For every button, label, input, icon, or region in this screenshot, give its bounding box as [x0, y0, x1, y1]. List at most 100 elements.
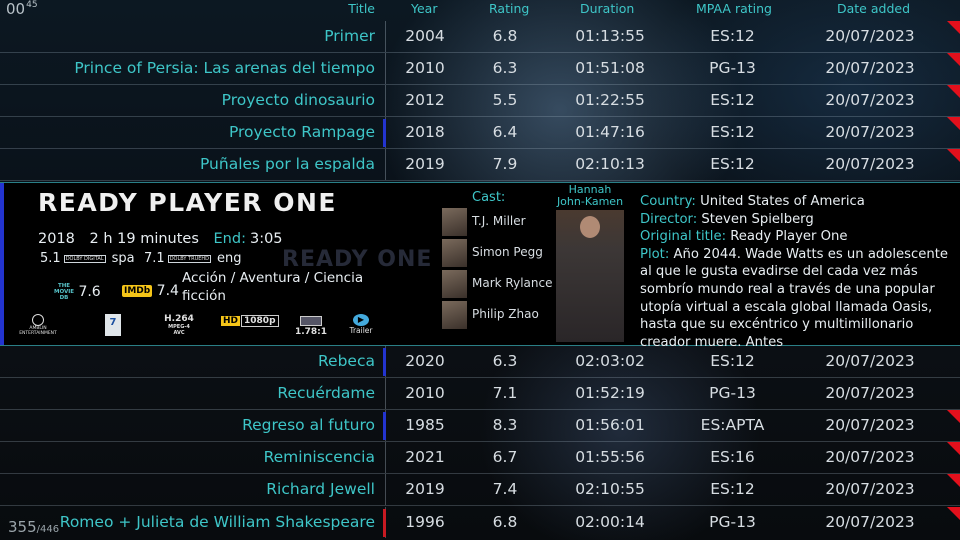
item-rating: 7.1 — [492, 384, 518, 402]
column-duration[interactable]: Duration — [580, 1, 634, 16]
item-duration: 01:52:19 — [575, 384, 645, 402]
item-duration: 01:51:08 — [575, 59, 645, 77]
item-mpaa: ES:12 — [710, 480, 755, 498]
plot-line: Plot: Año 2044. Wade Watts es un adolesc… — [640, 246, 950, 352]
amblin-icon — [32, 314, 44, 326]
aspect-value: 1.78:1 — [294, 327, 328, 337]
item-title: Proyecto Rampage — [228, 123, 375, 141]
column-title[interactable]: Title — [348, 1, 375, 16]
item-rating: 6.8 — [492, 513, 518, 531]
list-item[interactable]: Proyecto Rampage 2018 6.4 01:47:16 ES:12… — [0, 117, 960, 149]
item-date-added: 20/07/2023 — [825, 123, 915, 141]
item-mpaa: ES:APTA — [700, 416, 765, 434]
movie-genres: Acción / Aventura / Ciencia ficción — [182, 270, 364, 304]
hd-badge: HD — [221, 316, 241, 326]
movie-details: Country: United States of America Direct… — [640, 193, 950, 351]
end-time: 3:05 — [249, 231, 283, 247]
audio-channels: 5.1 — [40, 251, 61, 266]
item-mpaa: PG-13 — [709, 513, 756, 531]
featured-actor-photo[interactable] — [556, 210, 624, 342]
studio-logo: AMBLIN ENTERTAINMENT — [18, 314, 58, 336]
item-counter: 355/446 — [8, 518, 60, 536]
audio-language: spa — [111, 251, 135, 266]
trailer-icon: ▶ — [353, 314, 369, 326]
item-title: Rebeca — [317, 352, 375, 370]
list-item[interactable]: Regreso al futuro 1985 8.3 01:56:01 ES:A… — [0, 410, 960, 442]
list-item[interactable]: Rebeca 2020 6.3 02:03:02 ES:12 20/07/202… — [0, 346, 960, 378]
item-duration: 01:55:56 — [575, 448, 645, 466]
screen-icon — [300, 316, 322, 326]
clearart-logo: READY ONE — [282, 247, 433, 272]
country-line: Country: United States of America — [640, 193, 950, 211]
actor-name: Mark Rylance — [472, 276, 553, 290]
item-title: Reminiscencia — [263, 448, 375, 466]
unwatched-corner-icon — [947, 410, 960, 423]
trailer-button[interactable]: ▶ Trailer — [346, 314, 376, 336]
list-item[interactable]: Prince of Persia: Las arenas del tiempo … — [0, 53, 960, 85]
plot-text: Año 2044. Wade Watts es un adolescente a… — [640, 246, 948, 350]
column-rating[interactable]: Rating — [489, 1, 529, 16]
original-title-value: Ready Player One — [730, 229, 848, 245]
audio-track-1: 5.1 DOLBY DIGITAL spa — [40, 251, 135, 266]
trailer-label: Trailer — [349, 326, 373, 335]
column-year[interactable]: Year — [411, 1, 437, 16]
item-duration: 02:10:13 — [575, 155, 645, 173]
item-year: 1985 — [405, 416, 445, 434]
country-value: United States of America — [700, 194, 865, 209]
video-codec-sub: MPEG-4 AVC — [168, 324, 190, 336]
list-item[interactable]: Recuérdame 2010 7.1 01:52:19 PG-13 20/07… — [0, 378, 960, 410]
item-mpaa: ES:12 — [710, 123, 755, 141]
actor-thumbnail — [442, 301, 467, 329]
item-year: 2020 — [405, 352, 445, 370]
actor-name: Simon Pegg — [472, 245, 543, 259]
column-date-added[interactable]: Date added — [837, 1, 910, 16]
plot-label: Plot: — [640, 246, 670, 262]
item-rating: 8.3 — [492, 416, 518, 434]
movie-meta-line: 2018 2 h 19 minutes End: 3:05 — [38, 231, 293, 247]
item-date-added: 20/07/2023 — [825, 91, 915, 109]
item-duration: 01:13:55 — [575, 27, 645, 45]
movie-logo-title: READY PLAYER ONE — [38, 188, 338, 217]
column-mpaa[interactable]: MPAA rating — [696, 1, 772, 16]
selection-indicator — [0, 183, 4, 345]
item-mpaa: ES:12 — [710, 352, 755, 370]
list-item[interactable]: Reminiscencia 2021 6.7 01:55:56 ES:16 20… — [0, 442, 960, 474]
list-item[interactable]: Romeo + Julieta de William Shakespeare 1… — [0, 507, 960, 539]
video-codec: H.264 — [164, 314, 194, 324]
aspect-ratio-icon: 1.78:1 — [294, 314, 328, 337]
unwatched-corner-icon — [947, 53, 960, 66]
item-duration: 02:10:55 — [575, 480, 645, 498]
unwatched-corner-icon — [947, 85, 960, 98]
featured-actor-name: Hannah John-Kamen — [556, 183, 624, 208]
item-title: Recuérdame — [277, 384, 375, 402]
item-mpaa: PG-13 — [709, 59, 756, 77]
studio-name: AMBLIN ENTERTAINMENT — [19, 326, 57, 336]
item-title: Richard Jewell — [266, 480, 375, 498]
list-item[interactable]: Primer 2004 6.8 01:13:55 ES:12 20/07/202… — [0, 21, 960, 53]
item-title: Primer — [324, 27, 375, 45]
selected-item-panel[interactable]: READY PLAYER ONE READY ONE 2018 2 h 19 m… — [0, 182, 960, 350]
item-rating: 5.5 — [492, 91, 518, 109]
video-codec-icon: H.264 MPEG-4 AVC — [162, 314, 196, 336]
item-date-added: 20/07/2023 — [825, 480, 915, 498]
list-item[interactable]: Puñales por la espalda 2019 7.9 02:10:13… — [0, 149, 960, 181]
item-year: 2018 — [405, 123, 445, 141]
item-mpaa: ES:12 — [710, 155, 755, 173]
country-label: Country: — [640, 194, 696, 209]
item-title: Prince of Persia: Las arenas del tiempo — [74, 59, 375, 77]
movie-year: 2018 — [38, 231, 75, 247]
item-year: 2019 — [405, 480, 445, 498]
item-title: Regreso al futuro — [242, 416, 375, 434]
item-year: 2021 — [405, 448, 445, 466]
list-item[interactable]: Proyecto dinosaurio 2012 5.5 01:22:55 ES… — [0, 85, 960, 117]
director-label: Director: — [640, 211, 698, 227]
item-rating: 6.3 — [492, 59, 518, 77]
item-title: Puñales por la espalda — [199, 155, 375, 173]
dolby-digital-icon: DOLBY DIGITAL — [63, 254, 106, 263]
item-date-added: 20/07/2023 — [825, 384, 915, 402]
item-date-added: 20/07/2023 — [825, 448, 915, 466]
list-item[interactable]: Richard Jewell 2019 7.4 02:10:55 ES:12 2… — [0, 474, 960, 506]
item-duration: 01:56:01 — [575, 416, 645, 434]
movie-runtime: 2 h 19 minutes — [89, 231, 199, 247]
unwatched-corner-icon — [947, 507, 960, 520]
